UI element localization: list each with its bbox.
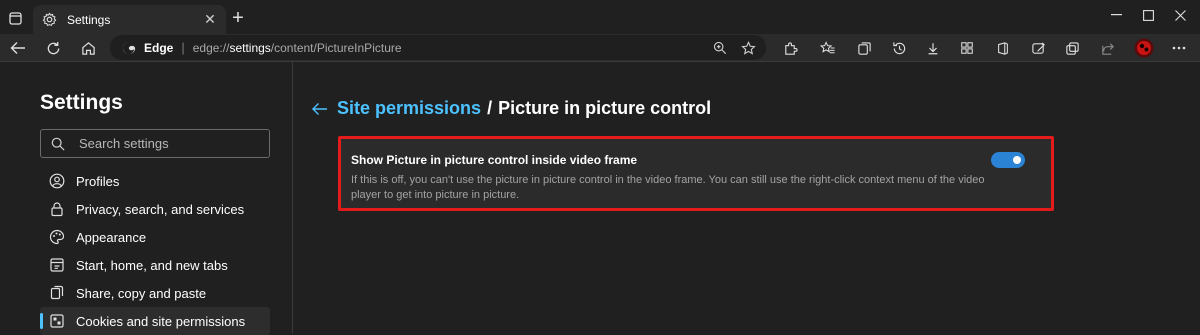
tab-strip: Settings ✕ + <box>0 0 1200 34</box>
more-options-icon[interactable] <box>1168 37 1190 59</box>
search-icon <box>51 137 65 151</box>
breadcrumb-separator: / <box>487 98 493 118</box>
new-tab-button[interactable]: + <box>228 8 248 28</box>
home-icon[interactable] <box>77 37 99 59</box>
profile-icon <box>49 173 65 189</box>
settings-sidebar: Settings Profiles Privacy, search, and s… <box>0 62 293 335</box>
sidebar-nav: Profiles Privacy, search, and services A… <box>40 167 270 335</box>
sidebar-item-appearance[interactable]: Appearance <box>40 223 270 251</box>
sidebar-item-label: Cookies and site permissions <box>76 313 246 329</box>
search-box[interactable] <box>40 129 270 158</box>
toolbar: Edge | edge://settings/content/PictureIn… <box>0 34 1200 61</box>
refresh-icon[interactable] <box>42 37 64 59</box>
office-icon[interactable] <box>992 37 1014 59</box>
tab-actions-icon[interactable] <box>6 9 24 27</box>
page-title: Picture in picture control <box>498 98 712 118</box>
tab-collection-icon[interactable] <box>1061 37 1083 59</box>
toggle-knob <box>1013 156 1021 164</box>
add-favorite-icon[interactable] <box>740 40 756 56</box>
sidebar-item-privacy[interactable]: Privacy, search, and services <box>40 195 270 223</box>
lock-icon <box>49 201 65 217</box>
pip-toggle[interactable] <box>991 152 1025 168</box>
sidebar-item-profiles[interactable]: Profiles <box>40 167 270 195</box>
address-separator: | <box>181 40 185 55</box>
share-icon[interactable] <box>1096 37 1118 59</box>
tab-settings[interactable]: Settings ✕ <box>33 5 226 34</box>
back-arrow-icon[interactable] <box>7 37 29 59</box>
favorites-icon[interactable] <box>817 37 839 59</box>
breadcrumb: Site permissions / Picture in picture co… <box>310 98 711 119</box>
download-icon[interactable] <box>922 37 944 59</box>
address-brand: Edge <box>144 40 174 55</box>
web-capture-icon[interactable] <box>1027 37 1049 59</box>
address-bar[interactable]: Edge | edge://settings/content/PictureIn… <box>110 35 766 60</box>
close-tab-icon[interactable]: ✕ <box>202 11 218 28</box>
setting-title: Show Picture in picture control inside v… <box>351 153 638 167</box>
setting-card: Show Picture in picture control inside v… <box>338 136 1054 211</box>
apps-icon[interactable] <box>956 37 978 59</box>
sidebar-item-label: Privacy, search, and services <box>76 201 245 217</box>
sidebar-item-label: Start, home, and new tabs <box>76 257 228 273</box>
sidebar-title: Settings <box>40 91 123 114</box>
sidebar-item-label: Appearance <box>76 229 147 245</box>
cookies-icon <box>49 313 65 329</box>
collections-icon[interactable] <box>853 37 875 59</box>
sidebar-item-start-home[interactable]: Start, home, and new tabs <box>40 251 270 279</box>
settings-main: Site permissions / Picture in picture co… <box>294 62 1200 334</box>
history-icon[interactable] <box>888 37 910 59</box>
sidebar-item-cookies[interactable]: Cookies and site permissions <box>40 307 270 335</box>
palette-icon <box>49 229 65 245</box>
start-icon <box>49 257 65 273</box>
close-window-icon[interactable] <box>1160 0 1200 30</box>
back-arrow-icon[interactable] <box>310 100 328 118</box>
sidebar-item-label: Profiles <box>76 173 120 189</box>
share-icon <box>49 285 65 301</box>
breadcrumb-link[interactable]: Site permissions <box>337 98 481 119</box>
zoom-icon[interactable] <box>712 40 728 56</box>
url-text: edge://settings/content/PictureInPicture <box>192 40 402 55</box>
edge-logo-icon <box>122 41 136 55</box>
sidebar-item-label: Share, copy and paste <box>76 285 207 301</box>
gear-icon <box>41 12 57 28</box>
sidebar-item-share-copy[interactable]: Share, copy and paste <box>40 279 270 307</box>
tab-title: Settings <box>67 12 111 27</box>
extensions-icon[interactable] <box>779 37 801 59</box>
search-input[interactable] <box>79 136 259 151</box>
setting-description: If this is off, you can't use the pictur… <box>351 174 985 201</box>
avatar[interactable] <box>1133 37 1155 59</box>
